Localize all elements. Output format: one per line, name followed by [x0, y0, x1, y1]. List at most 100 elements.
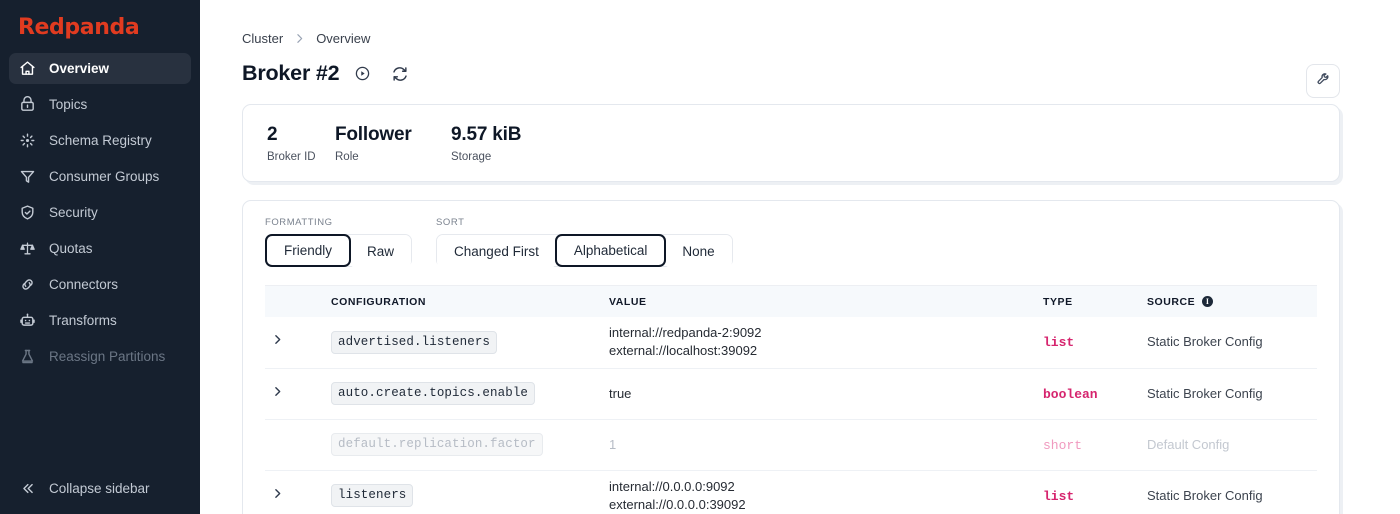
scales-icon [18, 240, 36, 258]
stat-value: Follower [335, 123, 451, 147]
refresh-icon[interactable] [391, 65, 409, 83]
flask-icon [18, 348, 36, 366]
sidebar-item-reassign-partitions[interactable]: Reassign Partitions [9, 341, 191, 372]
breadcrumb-item-overview[interactable]: Overview [316, 31, 370, 46]
table-row: advertised.listeners internal://redpanda… [265, 317, 1317, 368]
shield-check-icon [18, 204, 36, 222]
row-value-cell: 1 [603, 419, 1037, 470]
sidebar-item-label: Connectors [49, 277, 118, 292]
column-header-type: TYPE [1037, 286, 1141, 317]
sidebar-item-label: Transforms [49, 313, 117, 328]
sort-option-none[interactable]: None [665, 235, 731, 268]
topics-icon [18, 96, 36, 114]
robot-icon [18, 312, 36, 330]
stat-role: Follower Role [335, 123, 451, 163]
row-configuration-cell: listeners [325, 470, 603, 514]
breadcrumb: Cluster Overview [242, 0, 1340, 46]
sort-option-alphabetical[interactable]: Alphabetical [555, 234, 667, 267]
configuration-source: Static Broker Config [1147, 334, 1263, 349]
collapse-sidebar-button[interactable]: Collapse sidebar [9, 473, 191, 504]
configuration-type: list [1043, 335, 1074, 350]
row-expand-cell [265, 368, 325, 419]
info-icon[interactable]: i [1202, 296, 1213, 307]
sidebar: Redpanda Overview Topics Schema Registry [0, 0, 200, 514]
sidebar-item-consumer-groups[interactable]: Consumer Groups [9, 161, 191, 192]
redpanda-logo: Redpanda [18, 17, 139, 39]
chevron-right-icon[interactable] [271, 385, 284, 398]
sidebar-item-label: Overview [49, 61, 109, 76]
column-header-configuration: CONFIGURATION [325, 286, 603, 317]
stat-label: Broker ID [267, 151, 335, 163]
configuration-name: auto.create.topics.enable [331, 382, 535, 405]
row-expand-cell [265, 317, 325, 368]
sidebar-footer: Collapse sidebar [0, 473, 200, 504]
play-circle-icon[interactable] [354, 65, 371, 82]
row-expand-cell [265, 419, 325, 470]
stat-broker-id: 2 Broker ID [267, 123, 335, 163]
stat-value: 9.57 kiB [451, 123, 521, 147]
configuration-value: true [609, 386, 631, 401]
sidebar-item-security[interactable]: Security [9, 197, 191, 228]
sort-control-group: SORT Changed First Alphabetical None [436, 217, 733, 267]
broker-configuration-card: FORMATTING Friendly Raw SORT Changed Fir… [242, 200, 1340, 514]
row-type-cell: short [1037, 419, 1141, 470]
configuration-source: Static Broker Config [1147, 488, 1263, 503]
formatting-option-friendly[interactable]: Friendly [265, 234, 351, 267]
sidebar-item-label: Topics [49, 97, 87, 112]
collapse-sidebar-label: Collapse sidebar [49, 481, 150, 496]
row-value-cell: internal://redpanda-2:9092 external://lo… [603, 317, 1037, 368]
chevron-right-icon [293, 32, 306, 45]
row-expand-cell [265, 470, 325, 514]
column-header-source-label: SOURCE [1147, 296, 1195, 308]
sidebar-item-overview[interactable]: Overview [9, 53, 191, 84]
link-icon [18, 276, 36, 294]
sidebar-item-transforms[interactable]: Transforms [9, 305, 191, 336]
sidebar-item-topics[interactable]: Topics [9, 89, 191, 120]
logo-container: Redpanda [0, 0, 200, 53]
row-configuration-cell: advertised.listeners [325, 317, 603, 368]
row-value-cell: true [603, 368, 1037, 419]
configuration-source: Default Config [1147, 437, 1229, 452]
row-source-cell: Default Config [1141, 419, 1317, 470]
row-type-cell: boolean [1037, 368, 1141, 419]
row-configuration-cell: auto.create.topics.enable [325, 368, 603, 419]
sidebar-nav: Overview Topics Schema Registry Consumer… [0, 53, 200, 377]
wrench-icon [1315, 70, 1332, 92]
sort-option-changed-first[interactable]: Changed First [437, 235, 556, 268]
formatting-control-group: FORMATTING Friendly Raw [265, 217, 412, 267]
page-title: Broker #2 [242, 61, 339, 86]
stat-value: 2 [267, 123, 335, 147]
table-header: CONFIGURATION VALUE TYPE SOURCE i [265, 286, 1317, 317]
sidebar-item-label: Consumer Groups [49, 169, 159, 184]
row-source-cell: Static Broker Config [1141, 317, 1317, 368]
sidebar-item-label: Security [49, 205, 98, 220]
sidebar-item-connectors[interactable]: Connectors [9, 269, 191, 300]
home-icon [18, 60, 36, 78]
row-source-cell: Static Broker Config [1141, 368, 1317, 419]
broker-settings-button[interactable] [1306, 64, 1340, 98]
configuration-value: internal://0.0.0.0:9092 external://0.0.0… [609, 479, 746, 512]
row-type-cell: list [1037, 317, 1141, 368]
chevron-right-icon[interactable] [271, 333, 284, 346]
column-header-expand [265, 286, 325, 317]
row-configuration-cell: default.replication.factor [325, 419, 603, 470]
stat-label: Role [335, 151, 451, 163]
sidebar-item-label: Quotas [49, 241, 93, 256]
table-row: listeners internal://0.0.0.0:9092 extern… [265, 470, 1317, 514]
sidebar-item-label: Reassign Partitions [49, 349, 165, 364]
formatting-option-raw[interactable]: Raw [350, 235, 411, 268]
table-body: advertised.listeners internal://redpanda… [265, 317, 1317, 514]
sort-label: SORT [436, 217, 733, 228]
sort-segmented-control: Changed First Alphabetical None [436, 234, 733, 267]
breadcrumb-item-cluster[interactable]: Cluster [242, 31, 283, 46]
sidebar-item-quotas[interactable]: Quotas [9, 233, 191, 264]
row-source-cell: Static Broker Config [1141, 470, 1317, 514]
table-row: auto.create.topics.enable true boolean S… [265, 368, 1317, 419]
sidebar-item-schema-registry[interactable]: Schema Registry [9, 125, 191, 156]
configuration-source: Static Broker Config [1147, 386, 1263, 401]
chevron-right-icon[interactable] [271, 487, 284, 500]
formatting-label: FORMATTING [265, 217, 412, 228]
configuration-value: internal://redpanda-2:9092 external://lo… [609, 325, 762, 358]
main-content: Cluster Overview Broker #2 2 Broker ID F… [200, 0, 1400, 514]
sidebar-item-label: Schema Registry [49, 133, 152, 148]
